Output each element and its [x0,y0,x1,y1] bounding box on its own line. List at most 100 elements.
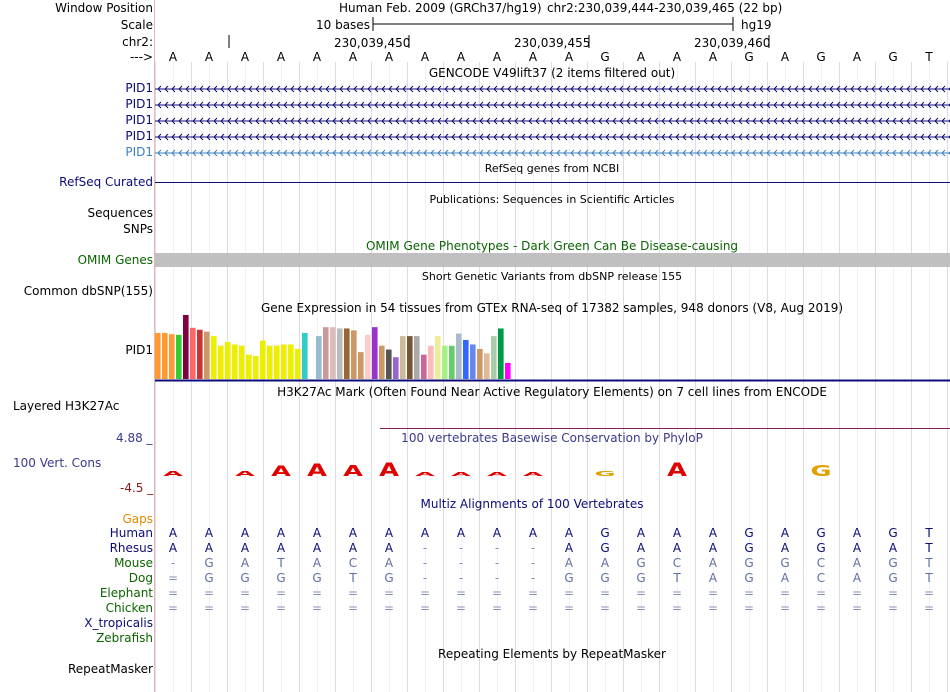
assembly-title: Human Feb. 2009 (GRCh37/hg19) [339,1,542,15]
gencode-transcript-label[interactable]: PID1 [125,97,153,111]
gtex-tissue-bar [239,345,245,379]
multiz-base: = [275,601,287,615]
base-letter: A [204,50,214,64]
multiz-base: A [312,556,322,570]
gtex-tissue-bar [267,345,273,379]
multiz-species-label: Elephant [99,586,153,600]
multiz-base: = [887,601,899,615]
base-letter: A [708,50,718,64]
sequences-track-label[interactable]: Sequences [88,206,153,220]
omim-track-title[interactable]: OMIM Gene Phenotypes - Dark Green Can Be… [366,239,738,253]
multiz-base: A [780,571,790,585]
multiz-base: A [708,571,718,585]
base-letter: T [925,50,933,64]
multiz-base: = [527,601,539,615]
multiz-base: = [167,571,179,585]
conservation-track-label[interactable]: 100 Vert. Cons [13,456,101,470]
gtex-tissue-bar [253,355,259,379]
multiz-base: A [240,541,250,555]
multiz-base: A [384,526,394,540]
multiz-base: G [744,526,754,540]
multiz-base: A [312,541,322,555]
multiz-base: = [455,601,467,615]
conservation-logo-letter: A [163,470,183,478]
base-letter: A [780,50,790,64]
multiz-base: A [600,556,610,570]
refseq-track-title[interactable]: RefSeq genes from NCBI [485,162,620,175]
multiz-species-label: X_tropicalis [84,616,153,630]
multiz-base: G [600,541,610,555]
multiz-base: A [276,526,286,540]
multiz-base: A [348,541,358,555]
gtex-tissue-bar [295,348,301,379]
h3k27ac-track-label[interactable]: Layered H3K27Ac [13,399,119,413]
multiz-base: = [419,586,431,600]
gencode-track-title[interactable]: GENCODE V49lift37 (2 items filtered out) [429,66,675,80]
multiz-base: G [744,556,754,570]
multiz-base: G [312,571,322,585]
gtex-track-title[interactable]: Gene Expression in 54 tissues from GTEx … [261,301,843,315]
multiz-base: A [564,541,574,555]
repeatmasker-track-label[interactable]: RepeatMasker [68,662,153,676]
gtex-track-label[interactable]: PID1 [125,343,153,357]
base-letter: A [456,50,466,64]
position-text: chr2:230,039,444-230,039,465 (22 bp) [547,1,783,15]
multiz-base: = [563,586,575,600]
gtex-tissue-bar [183,315,189,379]
refseq-track-label[interactable]: RefSeq Curated [59,175,153,189]
multiz-base: A [276,541,286,555]
gtex-tissue-bar [407,336,413,379]
base-letter: A [276,50,286,64]
dbsnp-track-title[interactable]: Short Genetic Variants from dbSNP releas… [422,270,682,283]
gtex-tissue-bar [400,336,406,379]
repeatmasker-track-title[interactable]: Repeating Elements by RepeatMasker [438,647,666,661]
gencode-transcript-label[interactable]: PID1 [125,145,153,159]
multiz-species-label: Human [109,526,153,540]
dbsnp-track-label[interactable]: Common dbSNP(155) [24,284,153,298]
omim-track-label[interactable]: OMIM Genes [78,253,153,267]
multiz-base: = [203,601,215,615]
conservation-track-title[interactable]: 100 vertebrates Basewise Conservation by… [401,431,703,445]
multiz-base: = [239,601,251,615]
multiz-base: A [384,541,394,555]
multiz-base: - [170,556,176,570]
conservation-logo-letter: A [487,472,508,478]
gencode-transcript-label[interactable]: PID1 [125,81,153,95]
base-letter: A [636,50,646,64]
multiz-base: C [816,556,826,570]
multiz-base: - [458,571,464,585]
gtex-tissue-bar [225,341,231,379]
conservation-logo-letter: A [343,461,364,479]
gencode-transcript-label[interactable]: PID1 [125,113,153,127]
gencode-transcript-label[interactable]: PID1 [125,129,153,143]
coord-label-3: 230,039,460 [694,36,771,50]
gtex-tissue-bar [491,336,497,379]
multiz-base: A [708,526,718,540]
gtex-tissue-bar [442,345,448,379]
publications-track-title[interactable]: Publications: Sequences in Scientific Ar… [430,193,675,206]
base-letter: A [672,50,682,64]
multiz-base: A [384,556,394,570]
gtex-tissue-bar [358,352,364,379]
conservation-logo-letter: G [594,470,615,478]
multiz-base: A [564,526,574,540]
multiz-base: A [888,541,898,555]
conservation-logo-letter: A [667,459,688,481]
gtex-tissue-bar [351,330,357,379]
h3k27ac-track-title[interactable]: H3K27Ac Mark (Often Found Near Active Re… [277,385,827,399]
multiz-track-title[interactable]: Multiz Alignments of 100 Vertebrates [420,497,643,511]
multiz-base: A [636,526,646,540]
multiz-base: G [276,571,286,585]
base-letter: G [600,50,610,64]
snps-track-label[interactable]: SNPs [123,222,153,236]
multiz-base: - [422,541,428,555]
multiz-base: T [673,571,681,585]
multiz-base: - [530,571,536,585]
multiz-base: G [744,571,754,585]
conservation-logo-letter: A [379,459,400,481]
multiz-base: G [744,541,754,555]
multiz-base: = [923,586,935,600]
multiz-base: A [168,541,178,555]
multiz-base: = [635,586,647,600]
multiz-base: = [599,601,611,615]
